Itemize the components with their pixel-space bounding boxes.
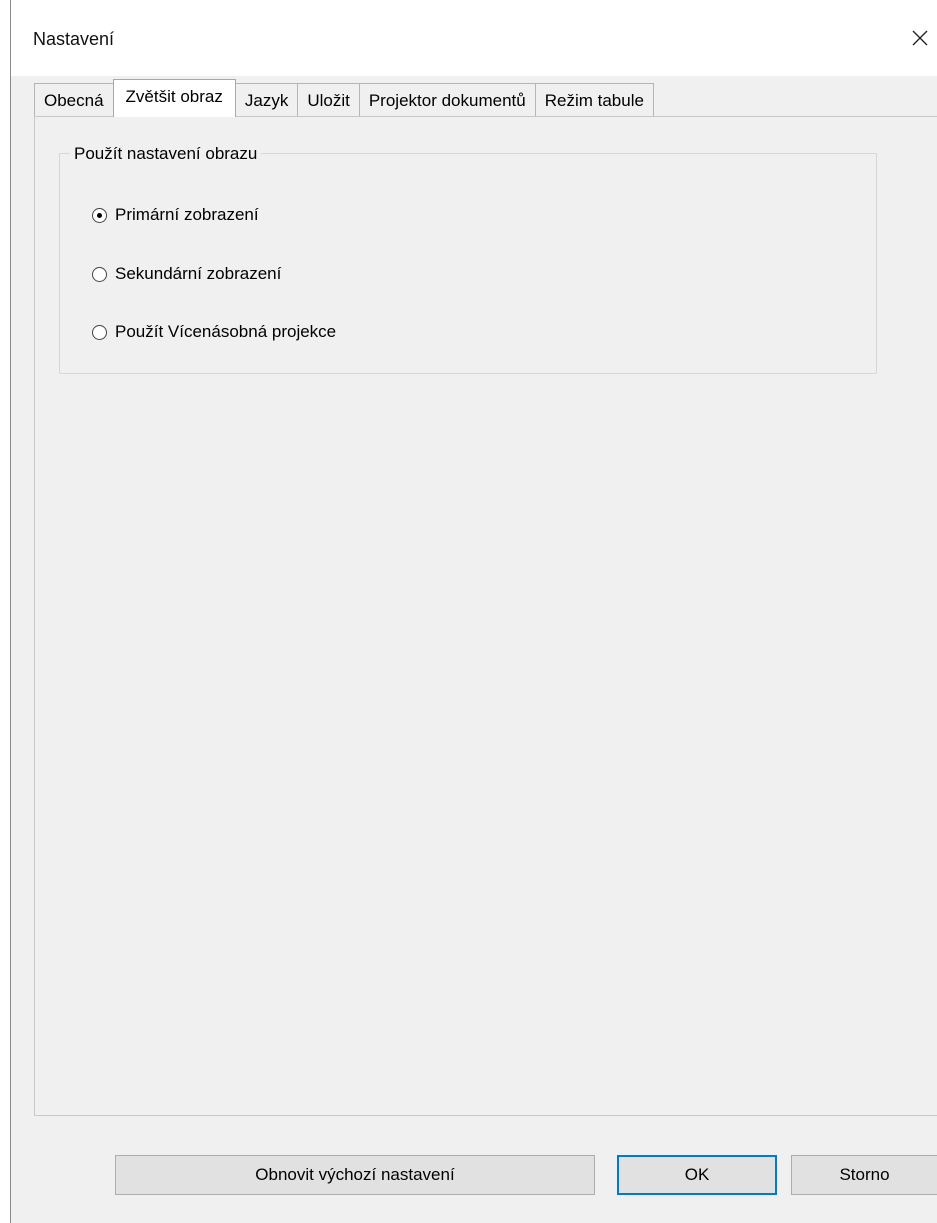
button-label: Storno <box>839 1165 890 1184</box>
window-title: Nastavení <box>33 29 115 49</box>
close-icon <box>912 30 928 46</box>
button-bar: Obnovit výchozí nastavení OK Storno <box>11 1116 937 1223</box>
group-title: Použít nastavení obrazu <box>70 144 262 164</box>
tab-projektor-dokumentu[interactable]: Projektor dokumentů <box>358 83 536 117</box>
tab-label: Režim tabule <box>544 90 644 110</box>
tab-label: Uložit <box>307 90 350 110</box>
radio-label: Primární zobrazení <box>115 205 259 224</box>
settings-dialog: Nastavení Obecná Zvětšit obraz Jazyk Ulo… <box>10 0 937 1223</box>
tab-label: Projektor dokumentů <box>368 90 526 110</box>
radio-multi-projection[interactable]: Použít Vícenásobná projekce <box>92 322 336 342</box>
cancel-button[interactable]: Storno <box>791 1155 937 1195</box>
close-button[interactable] <box>903 18 937 58</box>
reset-defaults-button[interactable]: Obnovit výchozí nastavení <box>115 1155 595 1195</box>
button-label: Obnovit výchozí nastavení <box>255 1165 455 1184</box>
radio-selected-dot <box>97 212 102 218</box>
radio-secondary-display[interactable]: Sekundární zobrazení <box>92 264 281 284</box>
radio-button[interactable] <box>92 324 107 340</box>
tab-strip: Obecná Zvětšit obraz Jazyk Uložit Projek… <box>34 79 654 117</box>
radio-primary-display[interactable]: Primární zobrazení <box>92 205 259 225</box>
radio-label: Sekundární zobrazení <box>115 264 282 283</box>
radio-label: Použít Vícenásobná projekce <box>115 322 337 341</box>
tab-label: Obecná <box>44 90 104 110</box>
image-settings-group: Použít nastavení obrazu Primární zobraze… <box>59 144 877 374</box>
radio-button[interactable] <box>92 207 107 223</box>
tab-obecna[interactable]: Obecná <box>34 83 114 117</box>
ok-button[interactable]: OK <box>617 1155 777 1195</box>
radio-button[interactable] <box>92 266 107 282</box>
tab-panel: Použít nastavení obrazu Primární zobraze… <box>34 116 937 1116</box>
tab-ulozit[interactable]: Uložit <box>297 83 360 117</box>
tab-jazyk[interactable]: Jazyk <box>234 83 299 117</box>
title-bar: Nastavení <box>11 0 937 76</box>
tab-rezim-tabule[interactable]: Režim tabule <box>534 83 654 117</box>
tab-label: Zvětšit obraz <box>125 86 223 106</box>
tab-label: Jazyk <box>244 90 289 110</box>
tab-zvetsit-obraz[interactable]: Zvětšit obraz <box>112 79 236 117</box>
button-label: OK <box>684 1165 710 1184</box>
